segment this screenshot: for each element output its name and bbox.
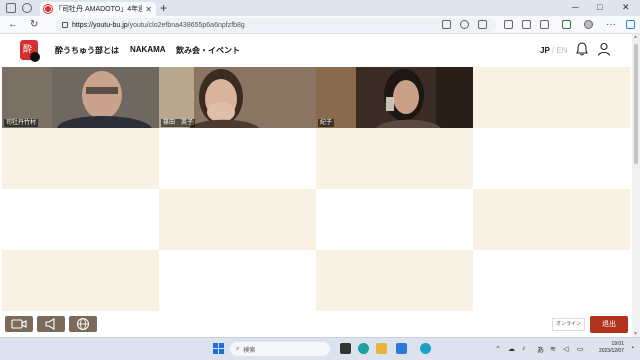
nav-item-about[interactable]: 酔うちゅう部とは — [55, 45, 119, 56]
file-explorer-icon[interactable] — [376, 343, 387, 354]
address-toolbar: ← ↻ https://youtu-bu.jp/youtu/clo2efbna4… — [0, 16, 640, 34]
participant-video-3 — [316, 67, 473, 128]
new-tab-icon[interactable]: + — [160, 1, 167, 15]
cloud-icon[interactable]: ☁ — [508, 345, 515, 353]
taskbar-clock[interactable]: 19:01 2023/12/07 — [592, 341, 624, 355]
empty-tile — [159, 250, 316, 311]
language-globe-button[interactable] — [69, 316, 97, 332]
empty-tile — [159, 128, 316, 189]
more-menu-icon[interactable]: ··· — [606, 18, 616, 32]
app-available-icon[interactable] — [442, 20, 451, 29]
speaker-tray-icon[interactable]: ◁ — [563, 345, 568, 353]
browser-tab-bar: 「司牡丹 AMADOTO」4年連続 ✕ + ─ □ ✕ — [0, 0, 640, 16]
favorite-star-icon[interactable] — [478, 20, 487, 29]
camera-button[interactable] — [5, 316, 33, 332]
empty-tile — [316, 128, 473, 189]
volume-icon[interactable]: ♪ — [522, 345, 526, 352]
empty-tile — [2, 189, 159, 250]
read-aloud-icon[interactable] — [460, 20, 469, 29]
speaker-button[interactable] — [37, 316, 65, 332]
bell-icon[interactable] — [576, 42, 588, 56]
participant-name: 紀子 — [318, 119, 335, 127]
search-placeholder: 検索 — [243, 347, 256, 354]
empty-tile — [316, 189, 473, 250]
close-window-icon[interactable]: ✕ — [622, 2, 630, 13]
speaker-icon — [45, 318, 55, 330]
edge-browser-icon[interactable] — [358, 343, 369, 354]
tab-title: 「司牡丹 AMADOTO」4年連続 — [55, 6, 143, 13]
online-status-badge: オンライン — [552, 318, 585, 331]
extension-icon[interactable] — [562, 20, 571, 29]
workspaces-icon[interactable] — [22, 3, 32, 13]
empty-tile — [159, 189, 316, 250]
store-icon[interactable] — [396, 343, 407, 354]
page-scrollbar[interactable]: ▲ ▼ — [632, 34, 640, 337]
profile-avatar-icon[interactable] — [584, 20, 593, 29]
collections-icon[interactable] — [540, 20, 549, 29]
meeting-controls: オンライン 退出 — [0, 313, 632, 337]
lock-icon — [62, 22, 68, 28]
scroll-up-icon[interactable]: ▲ — [633, 34, 638, 40]
lang-jp[interactable]: JP — [540, 46, 550, 55]
favorites-icon[interactable] — [522, 20, 531, 29]
video-tile-1[interactable]: 司牡丹竹村 — [2, 67, 159, 128]
site-logo[interactable]: 酔 — [18, 37, 42, 63]
wifi-icon[interactable]: ≋ — [550, 345, 556, 353]
empty-tile — [473, 67, 630, 128]
participant-name: 篠田 英子 — [161, 119, 196, 127]
video-tile-3[interactable]: 紀子 — [316, 67, 473, 128]
site-header: 酔 酔うちゅう部とは NAKAMA 飲み会・イベント JP / EN — [0, 34, 632, 67]
empty-tile — [2, 128, 159, 189]
copilot-icon[interactable] — [626, 20, 635, 29]
video-grid: 司牡丹竹村 篠田 英子 紀子 — [2, 67, 632, 313]
start-windows-icon[interactable] — [213, 343, 224, 354]
refresh-icon[interactable]: ↻ — [30, 18, 38, 32]
task-view-icon[interactable] — [340, 343, 351, 354]
empty-tile — [316, 250, 473, 311]
maximize-icon[interactable]: □ — [597, 2, 602, 12]
battery-icon[interactable]: ▭ — [577, 345, 584, 353]
notification-bell-icon[interactable]: ◔ — [630, 345, 634, 352]
video-tile-2[interactable]: 篠田 英子 — [159, 67, 316, 128]
ime-indicator[interactable]: あ — [537, 345, 544, 355]
url-text: https://youtu-bu.jp/youtu/clo2efbna43865… — [72, 21, 245, 29]
tab-favicon-icon — [44, 5, 52, 13]
taskbar-search[interactable]: ⌕ 検索 — [230, 342, 330, 356]
logo-text: 酔 — [23, 43, 32, 55]
scrollbar-thumb[interactable] — [634, 44, 638, 164]
search-icon: ⌕ — [236, 345, 240, 352]
leave-button[interactable]: 退出 — [590, 316, 628, 333]
edge-dev-icon[interactable] — [420, 343, 431, 354]
empty-tile — [2, 250, 159, 311]
minimize-icon[interactable]: ─ — [572, 2, 578, 12]
camera-icon — [11, 319, 27, 329]
user-icon[interactable] — [597, 42, 611, 56]
empty-tile — [473, 250, 630, 311]
nav-item-nakama[interactable]: NAKAMA — [130, 45, 166, 54]
lang-en[interactable]: EN — [556, 46, 567, 55]
globe-icon — [77, 318, 89, 330]
empty-tile — [473, 128, 630, 189]
empty-tile — [473, 189, 630, 250]
clock-time: 19:01 — [611, 341, 624, 347]
windows-taskbar: ⌕ 検索 ⌃ ☁ ♪ あ ≋ ◁ ▭ 19:01 2023/12/07 ◔ — [0, 337, 640, 360]
back-icon[interactable]: ← — [8, 18, 18, 32]
language-switch[interactable]: JP / EN — [540, 46, 568, 55]
nav-item-events[interactable]: 飲み会・イベント — [176, 45, 240, 56]
tray-chevron-icon[interactable]: ⌃ — [495, 345, 501, 353]
browser-tab[interactable]: 「司牡丹 AMADOTO」4年連続 ✕ — [40, 2, 156, 16]
clock-date: 2023/12/07 — [598, 348, 624, 354]
tab-close-icon[interactable]: ✕ — [145, 5, 152, 14]
tab-actions-icon[interactable] — [6, 3, 16, 13]
participant-name: 司牡丹竹村 — [4, 119, 39, 127]
split-screen-icon[interactable] — [504, 20, 513, 29]
address-bar[interactable]: https://youtu-bu.jp/youtu/clo2efbna43865… — [56, 18, 496, 32]
